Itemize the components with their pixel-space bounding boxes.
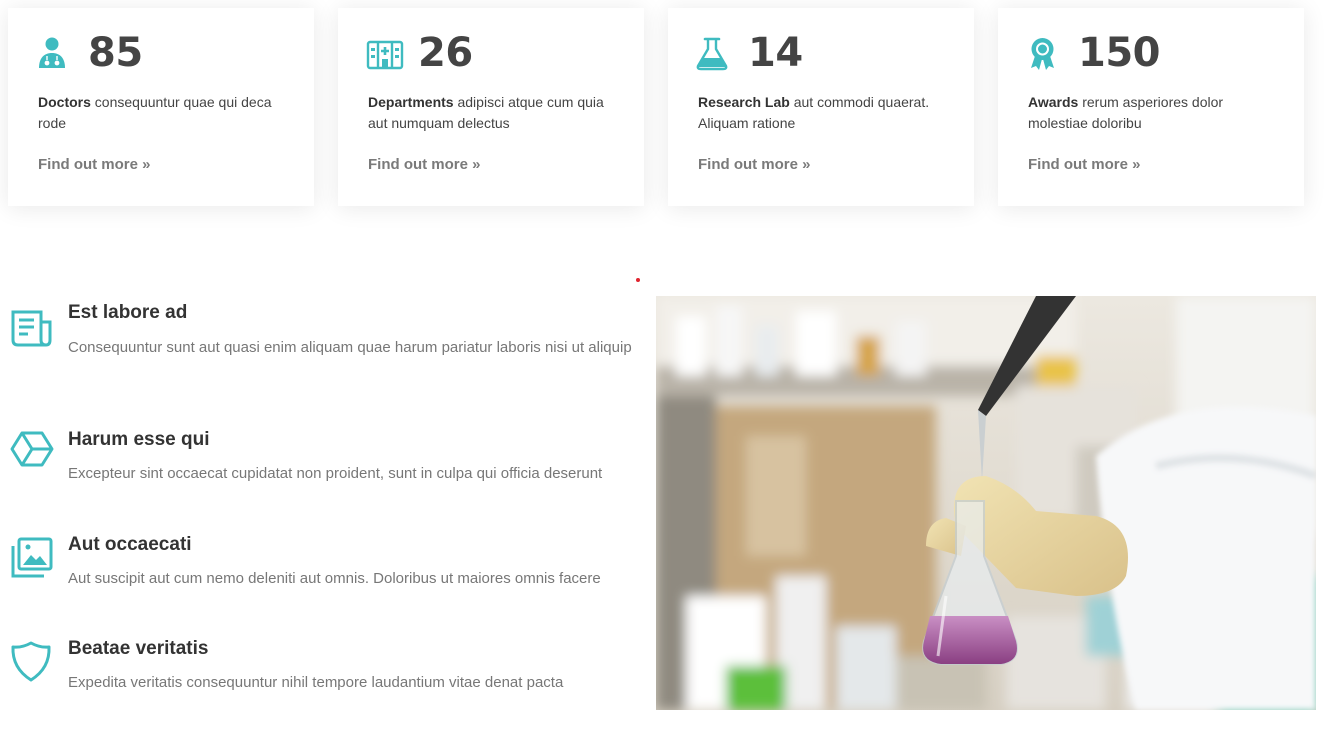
cube-icon [10,429,54,473]
stats-row: 85 Doctors consequuntur quae qui deca ro… [8,8,1304,206]
stat-card-departments: 26 Departments adipisci atque cum quia a… [338,8,644,206]
shield-icon [10,640,54,684]
feature-text: Expedita veritatis consequuntur nihil te… [68,674,564,691]
find-out-more-link[interactable]: Find out more » [698,156,811,173]
feature-text: Aut suscipit aut cum nemo deleniti aut o… [68,570,601,587]
stat-number: 85 [88,30,143,76]
stat-description: Departments adipisci atque cum quia aut … [368,92,618,134]
feature-text: Excepteur sint occaecat cupidatat non pr… [68,465,603,482]
images-icon [10,536,54,580]
decorative-dot [636,278,640,282]
stat-title: Doctors [38,94,91,110]
stat-card-doctors: 85 Doctors consequuntur quae qui deca ro… [8,8,314,206]
stat-description: Doctors consequuntur quae qui deca rode [38,92,288,134]
hospital-icon [366,36,404,72]
feature-title: Harum esse qui [68,429,210,450]
document-icon [10,306,54,350]
find-out-more-link[interactable]: Find out more » [368,156,481,173]
feature-title: Est labore ad [68,302,188,323]
doctor-icon [36,36,74,72]
find-out-more-link[interactable]: Find out more » [1028,156,1141,173]
stat-number: 26 [418,30,473,76]
flask-icon [696,36,734,72]
feature-title: Aut occaecati [68,534,192,555]
stat-title: Departments [368,94,454,110]
lab-photo [656,296,1316,710]
stat-card-awards: 150 Awards rerum asperiores dolor molest… [998,8,1304,206]
stat-description: Awards rerum asperiores dolor molestiae … [1028,92,1278,134]
stat-description: Research Lab aut commodi quaerat. Aliqua… [698,92,948,134]
award-icon [1026,36,1064,72]
stat-number: 150 [1078,30,1161,76]
feature-text: Consequuntur sunt aut quasi enim aliquam… [68,339,632,356]
stat-card-research-lab: 14 Research Lab aut commodi quaerat. Ali… [668,8,974,206]
find-out-more-link[interactable]: Find out more » [38,156,151,173]
stat-title: Awards [1028,94,1079,110]
feature-title: Beatae veritatis [68,638,209,659]
stat-number: 14 [748,30,803,76]
stat-title: Research Lab [698,94,790,110]
